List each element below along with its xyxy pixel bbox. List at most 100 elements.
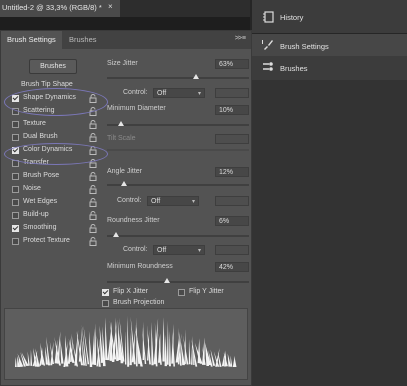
- brush-settings-panel-tab[interactable]: Brush Settings: [252, 34, 407, 56]
- chevron-down-icon: ▾: [191, 199, 195, 205]
- size-jitter-knob[interactable]: [193, 74, 200, 79]
- checkbox-icon[interactable]: [12, 121, 19, 128]
- grass-blade: [230, 355, 233, 367]
- chevron-down-icon: ▾: [197, 91, 201, 97]
- brushes-button[interactable]: Brushes: [29, 59, 77, 74]
- lock-icon[interactable]: [89, 133, 97, 142]
- lock-icon[interactable]: [89, 185, 97, 194]
- list-item-label: Protect Texture: [23, 237, 70, 244]
- lock-icon[interactable]: [89, 172, 97, 181]
- grass-blade: [125, 330, 127, 365]
- min-roundness-value[interactable]: 42%: [215, 262, 249, 272]
- brush-settings-label: Brush Settings: [280, 42, 329, 51]
- roundness-jitter-slider[interactable]: [107, 235, 249, 237]
- grass-blade: [166, 320, 169, 365]
- list-item-label: Smoothing: [23, 224, 57, 231]
- control-dropdown-value: Off: [157, 90, 167, 97]
- grass-blade: [83, 325, 90, 365]
- min-roundness-label: Minimum Roundness: [107, 263, 173, 270]
- history-icon: [263, 11, 274, 23]
- grass-blade: [60, 338, 64, 364]
- min-diameter-knob[interactable]: [118, 121, 125, 126]
- checkbox-icon[interactable]: [12, 225, 19, 232]
- flip-x-jitter-label: Flip X Jitter: [113, 288, 149, 295]
- checkbox-icon: [178, 289, 185, 296]
- list-item-label: Brush Tip Shape: [21, 81, 73, 88]
- lock-icon[interactable]: [89, 224, 97, 233]
- grass-blade: [88, 330, 93, 367]
- control-dropdown[interactable]: Off ▾: [153, 245, 205, 255]
- control-dropdown[interactable]: Off ▾: [153, 88, 205, 98]
- list-item-noise[interactable]: Noise: [9, 184, 97, 196]
- checkbox-icon[interactable]: [12, 173, 19, 180]
- min-roundness-slider[interactable]: [107, 281, 249, 283]
- size-jitter-value[interactable]: 63%: [215, 59, 249, 69]
- brush-panels-group: Brush Settings Brushes: [252, 34, 407, 80]
- list-item-build-up[interactable]: Build-up: [9, 210, 97, 222]
- checkbox-icon: [102, 289, 109, 296]
- lock-icon[interactable]: [89, 120, 97, 129]
- grass-blade: [191, 335, 193, 365]
- grass-blade: [127, 315, 130, 367]
- grass-blade: [65, 335, 69, 367]
- history-panel-header[interactable]: History: [252, 0, 407, 33]
- document-tab[interactable]: Untitled-2 @ 33,3% (RGB/8) * ×: [0, 0, 120, 18]
- checkbox-icon[interactable]: [12, 199, 19, 206]
- grass-blade: [162, 317, 165, 362]
- lock-icon[interactable]: [89, 237, 97, 246]
- min-diameter-value[interactable]: 10%: [215, 105, 249, 115]
- brush-stroke-preview: [4, 308, 248, 380]
- list-item-label: Wet Edges: [23, 198, 58, 205]
- list-item-texture[interactable]: Texture: [9, 119, 97, 131]
- tab-brushes[interactable]: Brushes: [63, 31, 103, 49]
- lock-icon[interactable]: [89, 198, 97, 207]
- min-roundness-knob[interactable]: [163, 278, 170, 283]
- highlight-ellipse: [4, 143, 108, 165]
- angle-jitter-knob[interactable]: [121, 181, 128, 186]
- roundness-jitter-knob[interactable]: [112, 232, 119, 237]
- min-diameter-label: Minimum Diameter: [107, 105, 166, 112]
- control-label: Control:: [123, 89, 148, 96]
- control-label: Control:: [117, 197, 142, 204]
- size-jitter-label: Size Jitter: [107, 60, 138, 67]
- grass-blade: [188, 339, 191, 365]
- size-jitter-slider[interactable]: [107, 77, 249, 79]
- lock-icon[interactable]: [89, 211, 97, 220]
- angle-jitter-value[interactable]: 12%: [215, 167, 249, 177]
- grass-blade: [227, 353, 232, 367]
- panel-menu-icon[interactable]: >> ≡: [235, 35, 246, 42]
- list-item-wet-edges[interactable]: Wet Edges: [9, 197, 97, 209]
- min-diameter-slider[interactable]: [107, 124, 249, 126]
- roundness-jitter-value[interactable]: 6%: [215, 216, 249, 226]
- grass-stroke-preview-icon: [15, 315, 237, 367]
- panel-tab-bar: Brush Settings Brushes >> ≡: [1, 31, 251, 49]
- grass-blade: [30, 349, 33, 366]
- list-item-smoothing[interactable]: Smoothing: [9, 223, 97, 235]
- tab-bar-empty: [120, 0, 250, 17]
- control-dropdown[interactable]: Off ▾: [147, 196, 199, 206]
- tilt-scale-value: [215, 134, 249, 144]
- control-extra-field: [215, 245, 249, 255]
- tab-brush-settings[interactable]: Brush Settings: [1, 31, 62, 49]
- tilt-scale-slider: [107, 149, 249, 151]
- close-icon[interactable]: ×: [108, 2, 113, 11]
- grass-blade: [27, 351, 30, 366]
- list-item-label: Texture: [23, 120, 46, 127]
- checkbox-icon[interactable]: [12, 186, 19, 193]
- brushes-label: Brushes: [280, 64, 308, 73]
- control-extra-field: [215, 88, 249, 98]
- list-item-label: Noise: [23, 185, 41, 192]
- list-item-brush-pose[interactable]: Brush Pose: [9, 171, 97, 183]
- angle-jitter-slider[interactable]: [107, 184, 249, 186]
- checkbox-icon[interactable]: [12, 212, 19, 219]
- flip-y-jitter-label: Flip Y Jitter: [189, 288, 224, 295]
- brushes-icon: [263, 62, 273, 71]
- tilt-scale-label: Tilt Scale: [107, 135, 136, 142]
- list-item-label: Dual Brush: [23, 133, 58, 140]
- list-item-protect-texture[interactable]: Protect Texture: [9, 236, 97, 248]
- checkbox-icon[interactable]: [12, 238, 19, 245]
- grass-blade: [105, 317, 108, 361]
- grass-blade: [164, 334, 167, 367]
- checkbox-icon[interactable]: [12, 134, 19, 141]
- brushes-panel-tab[interactable]: Brushes: [252, 56, 407, 78]
